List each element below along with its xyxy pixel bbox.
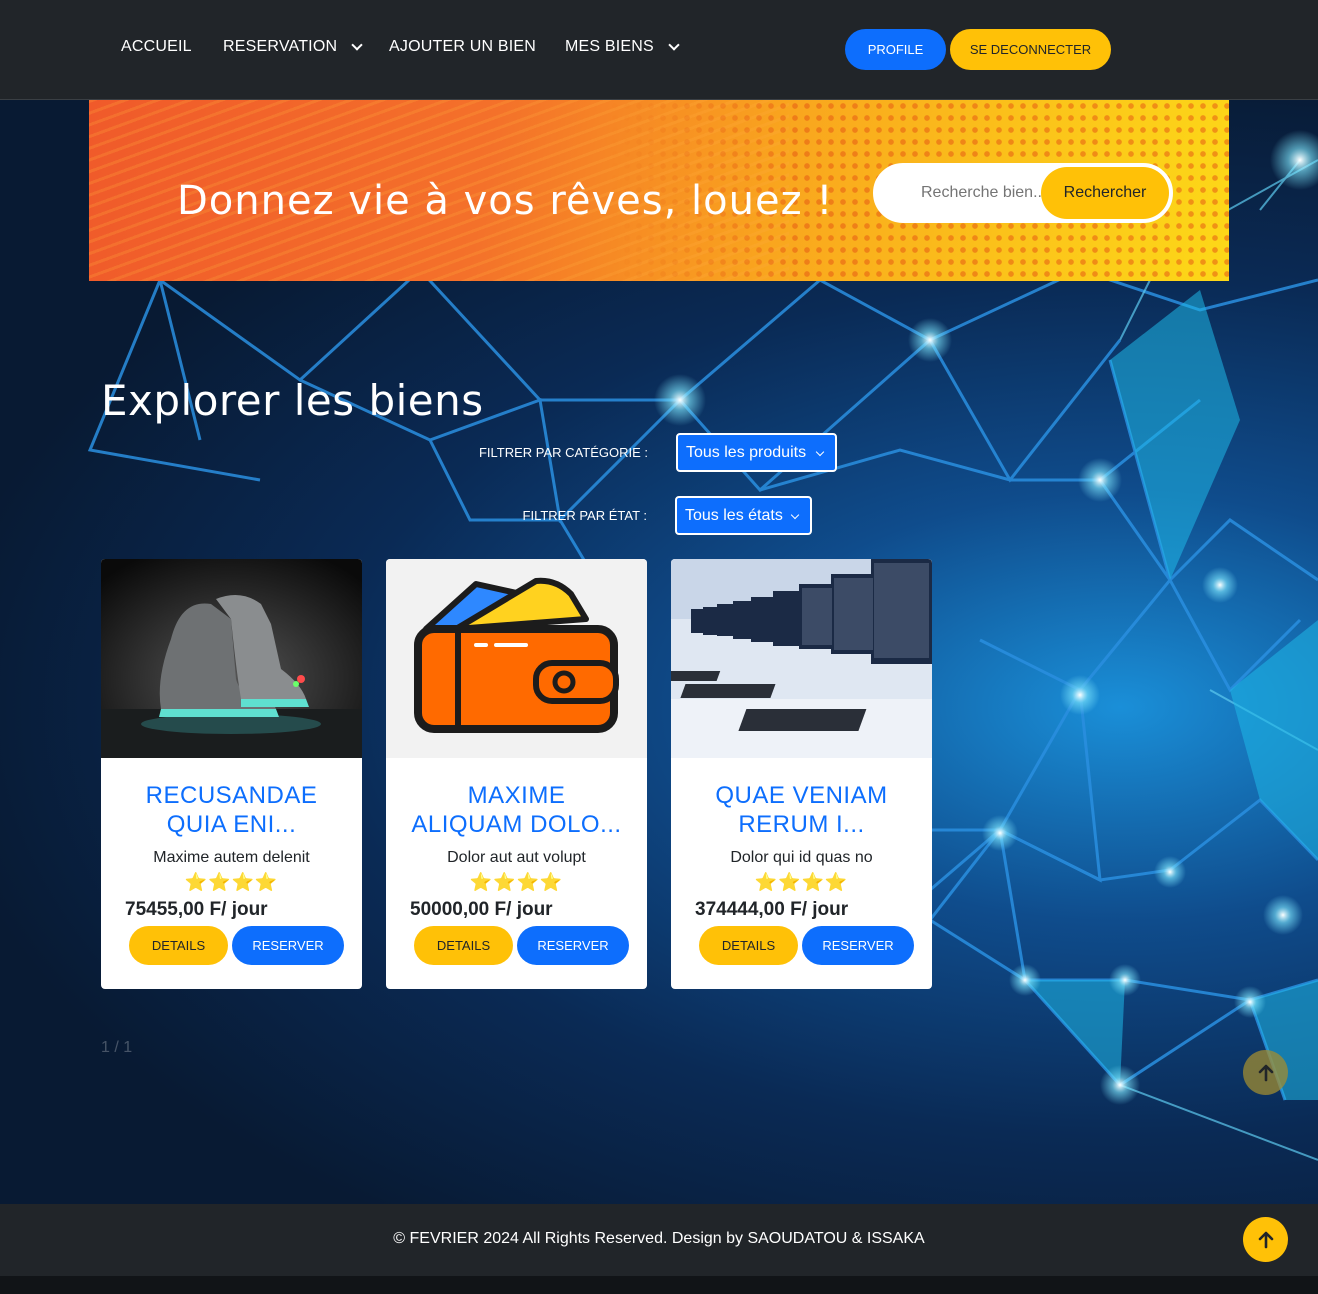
state-select-value: Tous les états bbox=[685, 506, 783, 524]
card-price: 374444,00 F/ jour bbox=[695, 899, 849, 920]
nav-mes-biens[interactable]: MES BIENS bbox=[565, 38, 680, 56]
chevron-down-icon bbox=[815, 447, 825, 457]
banner-title: Donnez vie à vos rêves, louez ! bbox=[177, 178, 834, 224]
card-description: Dolor qui id quas no bbox=[730, 849, 873, 866]
sneakers-image bbox=[101, 559, 362, 758]
chevron-down-icon bbox=[351, 39, 363, 51]
search-form: Rechercher bbox=[873, 163, 1173, 223]
scroll-top-button[interactable] bbox=[1243, 1050, 1288, 1095]
nav-reservation[interactable]: RESERVATION bbox=[223, 38, 363, 56]
section-title: Explorer les biens bbox=[101, 376, 484, 425]
category-select-value: Tous les produits bbox=[686, 443, 807, 461]
chevron-down-icon bbox=[790, 510, 800, 520]
star-rating: ⭐⭐⭐⭐ bbox=[754, 872, 849, 893]
card-description: Dolor aut aut volupt bbox=[447, 849, 586, 866]
details-button[interactable]: DETAILS bbox=[129, 926, 228, 965]
nav-accueil[interactable]: ACCUEIL bbox=[121, 38, 192, 56]
product-card: QUAE VENIAM RERUM I... Dolor qui id quas… bbox=[671, 559, 932, 989]
product-card: RECUSANDAE QUIA ENI... Maxime autem dele… bbox=[101, 559, 362, 989]
chevron-down-icon bbox=[668, 39, 680, 51]
logout-button[interactable]: SE DECONNECTER bbox=[950, 29, 1111, 70]
computers-image bbox=[671, 559, 932, 758]
card-title-line: RECUSANDAE bbox=[145, 782, 318, 809]
card-title[interactable]: RECUSANDAE QUIA ENI... bbox=[111, 781, 352, 839]
arrow-up-icon bbox=[1258, 1064, 1273, 1081]
back-to-top-button[interactable] bbox=[1243, 1217, 1288, 1262]
footer-copyright: © FEVRIER 2024 All Rights Reserved. Desi… bbox=[393, 1230, 925, 1247]
nav-mes-biens-label: MES BIENS bbox=[565, 38, 654, 55]
category-select[interactable]: Tous les produits bbox=[676, 433, 837, 472]
card-title-line: ALIQUAM DOLO... bbox=[411, 811, 622, 838]
arrow-up-icon bbox=[1258, 1231, 1273, 1248]
card-price: 75455,00 F/ jour bbox=[125, 899, 268, 920]
state-select[interactable]: Tous les états bbox=[675, 496, 812, 535]
top-navbar: ACCUEIL RESERVATION AJOUTER UN BIEN MES … bbox=[0, 0, 1318, 100]
card-title[interactable]: QUAE VENIAM RERUM I... bbox=[681, 781, 922, 839]
nav-ajouter-bien-label: AJOUTER UN BIEN bbox=[389, 38, 537, 55]
card-description: Maxime autem delenit bbox=[153, 849, 310, 866]
product-card: MAXIME ALIQUAM DOLO... Dolor aut aut vol… bbox=[386, 559, 647, 989]
card-price: 50000,00 F/ jour bbox=[410, 899, 553, 920]
card-title-line: RERUM I... bbox=[738, 811, 865, 838]
footer: © FEVRIER 2024 All Rights Reserved. Desi… bbox=[0, 1204, 1318, 1276]
card-title[interactable]: MAXIME ALIQUAM DOLO... bbox=[396, 781, 637, 839]
hero-banner: Donnez vie à vos rêves, louez ! Recherch… bbox=[89, 100, 1229, 281]
reserve-button[interactable]: RESERVER bbox=[517, 926, 629, 965]
nav-reservation-label: RESERVATION bbox=[223, 38, 338, 55]
nav-ajouter-bien[interactable]: AJOUTER UN BIEN bbox=[389, 38, 536, 56]
reserve-button[interactable]: RESERVER bbox=[232, 926, 344, 965]
reserve-button[interactable]: RESERVER bbox=[802, 926, 914, 965]
card-title-line: MAXIME bbox=[467, 782, 566, 809]
details-button[interactable]: DETAILS bbox=[699, 926, 798, 965]
filter-state-label: FILTRER PAR ÉTAT : bbox=[522, 508, 647, 523]
star-rating: ⭐⭐⭐⭐ bbox=[469, 872, 564, 893]
star-rating: ⭐⭐⭐⭐ bbox=[184, 872, 279, 893]
bottom-strip bbox=[0, 1276, 1318, 1294]
pagination-indicator: 1 / 1 bbox=[101, 1039, 133, 1056]
profile-button[interactable]: PROFILE bbox=[845, 29, 946, 70]
wallet-image bbox=[386, 559, 647, 758]
filter-category-label: FILTRER PAR CATÉGORIE : bbox=[478, 445, 648, 460]
details-button[interactable]: DETAILS bbox=[414, 926, 513, 965]
nav-accueil-label: ACCUEIL bbox=[121, 38, 192, 55]
search-input[interactable] bbox=[921, 175, 1041, 211]
card-title-line: QUAE VENIAM bbox=[715, 782, 888, 809]
search-button[interactable]: Rechercher bbox=[1041, 167, 1169, 219]
card-title-line: QUIA ENI... bbox=[166, 811, 297, 838]
